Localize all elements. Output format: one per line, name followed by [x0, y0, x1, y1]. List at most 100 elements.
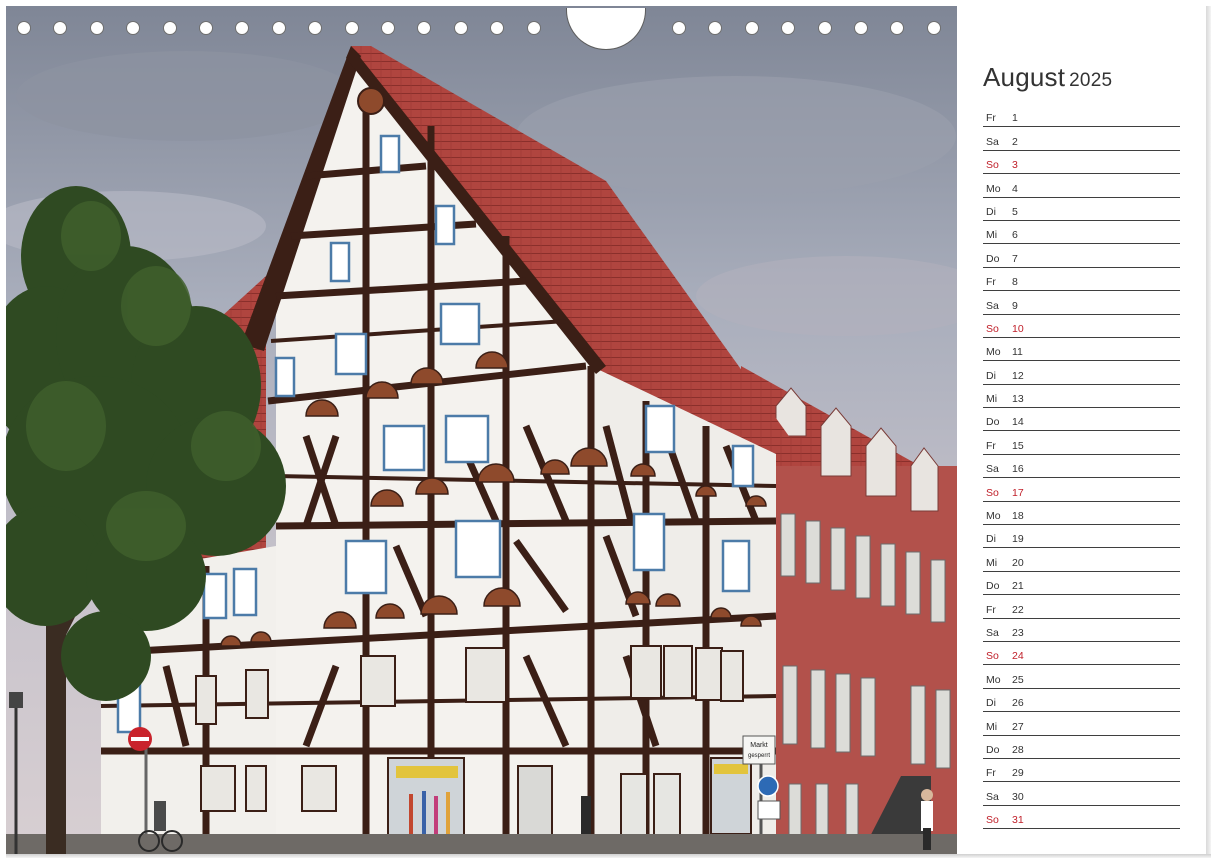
day-number: 17 [1012, 486, 1024, 499]
day-row: Do 28 [983, 736, 1180, 759]
day-row: Di 19 [983, 525, 1180, 549]
day-number: 16 [1012, 463, 1024, 476]
weekday-label: Do [986, 580, 1000, 593]
weekday-label: Di [986, 533, 996, 546]
day-number: 12 [1012, 369, 1024, 382]
day-row: So 31 [983, 806, 1180, 830]
day-row: Sa 23 [983, 619, 1180, 642]
weekday-label: Sa [986, 626, 999, 639]
day-number: 26 [1012, 697, 1024, 710]
day-row: Fr 15 [983, 431, 1180, 455]
weekday-label: Mi [986, 556, 998, 569]
day-row: Mi 27 [983, 712, 1180, 736]
day-number: 19 [1012, 533, 1024, 546]
day-row: Fr 22 [983, 595, 1180, 619]
calendar-panel: August 2025 Fr 1 Sa 2 So 3 Mo 4 Di 5 Mi 6 Do 7 Fr 8 Sa 9 So… [958, 6, 1206, 854]
weekday-label: Mi [986, 229, 998, 242]
day-row: Sa 2 [983, 127, 1180, 151]
day-row: Mo 18 [983, 502, 1180, 526]
day-number: 2 [1012, 135, 1018, 148]
day-number: 14 [1012, 416, 1024, 429]
weekday-label: Sa [986, 790, 999, 803]
weekday-label: Mo [986, 182, 1001, 195]
day-number: 21 [1012, 580, 1024, 593]
day-number: 15 [1012, 439, 1024, 452]
weekday-label: Do [986, 252, 1000, 265]
day-row: Mi 6 [983, 221, 1180, 245]
photo-illustration: Markt gesperrt [6, 6, 957, 854]
day-number: 31 [1012, 814, 1024, 827]
weekday-label: Sa [986, 463, 999, 476]
day-number: 22 [1012, 603, 1024, 616]
day-row: Mi 20 [983, 548, 1180, 572]
weekday-label: Mi [986, 393, 998, 406]
weekday-label: Do [986, 416, 1000, 429]
weekday-label: Fr [986, 439, 996, 452]
weekday-label: Mo [986, 510, 1001, 523]
day-number: 20 [1012, 556, 1024, 569]
day-number: 7 [1012, 252, 1018, 265]
photo-half-timbered-house: Markt gesperrt [6, 6, 957, 854]
sign-markt-text: Markt [750, 742, 768, 749]
day-row: Di 12 [983, 361, 1180, 385]
weekday-label: Fr [986, 603, 996, 616]
sign-gesperrt-text: gesperrt [748, 753, 770, 759]
day-row: Di 26 [983, 689, 1180, 713]
year-label: 2025 [1069, 70, 1113, 91]
day-row: Sa 30 [983, 782, 1180, 806]
weekday-label: Sa [986, 135, 999, 148]
weekday-label: Mo [986, 346, 1001, 359]
weekday-label: Di [986, 697, 996, 710]
day-row: Sa 16 [983, 455, 1180, 479]
weekday-label: Di [986, 369, 996, 382]
day-number: 25 [1012, 673, 1024, 686]
day-row: Do 14 [983, 408, 1180, 432]
day-row: So 24 [983, 642, 1180, 666]
weekday-label: Do [986, 743, 1000, 756]
page-bottom-shadow [6, 854, 1211, 858]
weekday-label: Mi [986, 720, 998, 733]
weekday-label: So [986, 814, 999, 827]
day-row: Di 5 [983, 198, 1180, 221]
day-row: Fr 1 [983, 104, 1180, 128]
weekday-label: Fr [986, 112, 996, 125]
day-number: 23 [1012, 626, 1024, 639]
day-number: 13 [1012, 393, 1024, 406]
day-number: 4 [1012, 182, 1018, 195]
day-row: Fr 8 [983, 268, 1180, 292]
weekday-label: Fr [986, 767, 996, 780]
day-number: 11 [1012, 346, 1023, 359]
day-number: 10 [1012, 322, 1024, 335]
day-number: 27 [1012, 720, 1024, 733]
weekday-label: So [986, 322, 999, 335]
page-edge-shadow [1206, 6, 1211, 856]
day-number: 5 [1012, 205, 1018, 218]
day-number: 1 [1012, 112, 1018, 125]
day-number: 29 [1012, 767, 1024, 780]
weekday-label: So [986, 159, 999, 172]
weekday-label: Mo [986, 673, 1001, 686]
day-number: 18 [1012, 510, 1024, 523]
day-row: Do 21 [983, 572, 1180, 596]
day-number: 30 [1012, 790, 1024, 803]
day-row: Fr 29 [983, 759, 1180, 783]
month-title: August 2025 [983, 62, 1112, 93]
day-row: Do 7 [983, 244, 1180, 268]
day-number: 9 [1012, 299, 1018, 312]
day-number: 24 [1012, 650, 1024, 663]
day-number: 28 [1012, 743, 1024, 756]
day-row: Sa 9 [983, 291, 1180, 315]
day-number: 3 [1012, 159, 1018, 172]
day-number: 6 [1012, 229, 1018, 242]
day-number: 8 [1012, 276, 1018, 289]
day-row: So 17 [983, 478, 1180, 502]
weekday-label: Fr [986, 276, 996, 289]
calendar-page: Markt gesperrt August 2025 Fr 1 Sa 2 So … [0, 0, 1214, 862]
weekday-label: So [986, 650, 999, 663]
weekday-label: So [986, 486, 999, 499]
day-row: So 10 [983, 315, 1180, 338]
month-name: August [983, 62, 1066, 92]
day-row: Mo 11 [983, 338, 1180, 362]
weekday-label: Di [986, 205, 996, 218]
day-row: Mi 13 [983, 385, 1180, 409]
